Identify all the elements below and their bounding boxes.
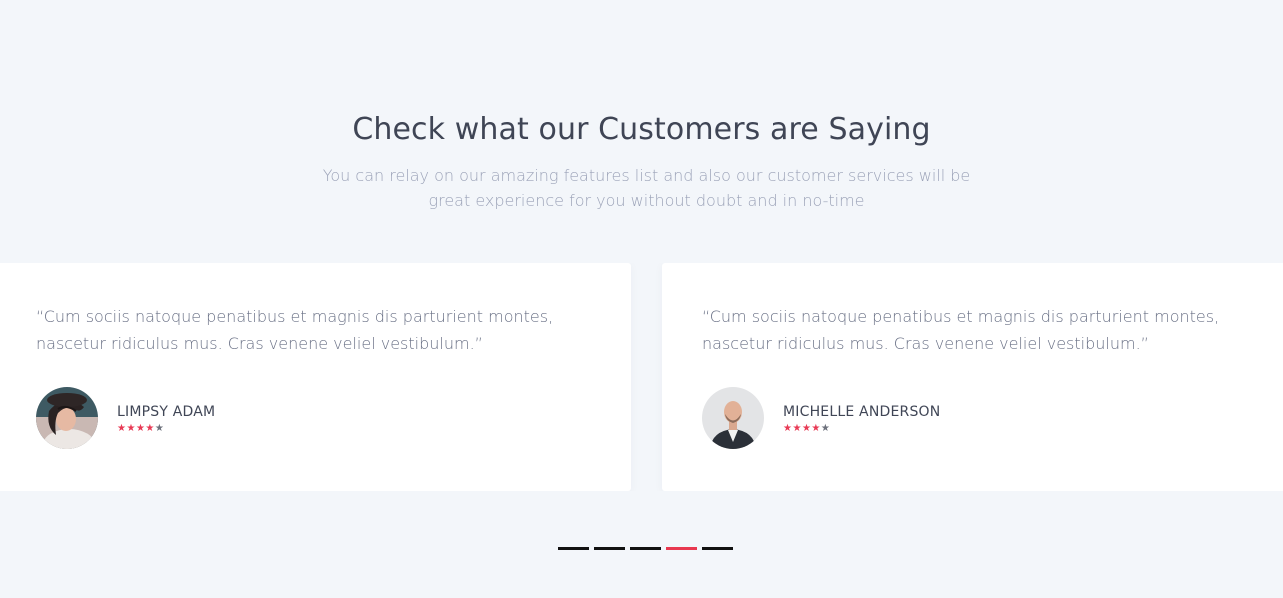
- star-icon: ★: [801, 423, 812, 434]
- author-name: LIMPSY ADAM: [117, 404, 216, 420]
- author-name: MICHELLE ANDERSON: [783, 404, 941, 420]
- testimonial-slider[interactable]: “Cum sociis natoque penatibus et magnis …: [0, 263, 1283, 491]
- avatar: [36, 387, 98, 449]
- section-title: Check what our Customers are Saying: [352, 112, 931, 147]
- slider-dot-3[interactable]: [630, 547, 661, 550]
- slider-dot-5[interactable]: [702, 547, 733, 550]
- slider-dot-1[interactable]: [558, 547, 589, 550]
- testimonial-card: “Cum sociis natoque penatibus et magnis …: [0, 263, 631, 491]
- star-empty-icon: ★: [154, 423, 165, 434]
- section-subtitle: You can relay on our amazing features li…: [322, 166, 971, 210]
- testimonial-card: “Cum sociis natoque penatibus et magnis …: [662, 263, 1283, 491]
- avatar: [702, 387, 764, 449]
- star-icon: ★: [135, 423, 146, 434]
- testimonial-quote: “Cum sociis natoque penatibus et magnis …: [36, 307, 554, 353]
- star-icon: ★: [126, 423, 136, 434]
- star-empty-icon: ★: [820, 423, 831, 434]
- star-icon: ★: [811, 423, 821, 434]
- rating-stars: ★★★★★: [783, 423, 830, 434]
- slider-pagination: [558, 547, 738, 551]
- testimonial-quote: “Cum sociis natoque penatibus et magnis …: [702, 307, 1220, 353]
- slider-dot-4-active[interactable]: [666, 547, 697, 550]
- slider-dot-2[interactable]: [594, 547, 625, 550]
- rating-stars: ★★★★★: [117, 423, 164, 434]
- star-icon: ★: [145, 423, 155, 434]
- star-icon: ★: [792, 423, 802, 434]
